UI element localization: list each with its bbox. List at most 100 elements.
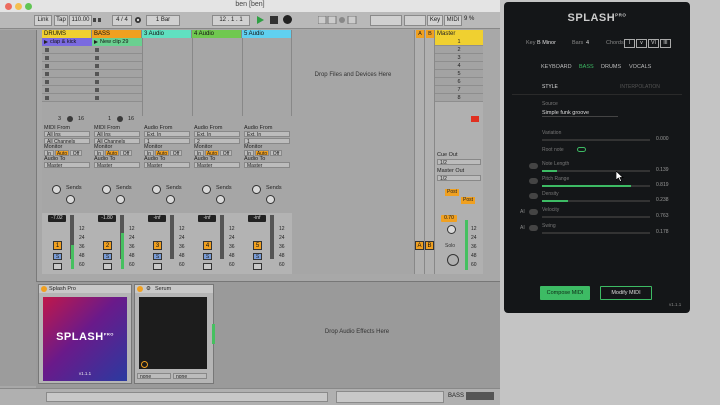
clip-slot[interactable] <box>42 46 92 54</box>
audio-from-dropdown[interactable]: Ext. In <box>244 131 290 138</box>
clip-slot[interactable] <box>42 62 92 70</box>
note-length-toggle[interactable] <box>529 163 538 169</box>
track-activator-button[interactable]: 2 <box>103 241 112 250</box>
clip-slot[interactable] <box>42 54 92 62</box>
audio-to-dropdown[interactable]: Master <box>44 162 90 169</box>
send-b-knob[interactable] <box>116 195 125 204</box>
device-power-icon[interactable] <box>41 286 47 292</box>
key-dropdown[interactable]: B Minor <box>537 40 556 46</box>
serum-plugin-display[interactable] <box>139 297 207 369</box>
arm-button[interactable] <box>253 263 262 270</box>
metronome-toggle-icon[interactable] <box>134 16 142 24</box>
send-b-knob[interactable] <box>266 195 275 204</box>
track-header-3-audio[interactable]: 3 Audio <box>142 30 192 38</box>
clip-slot[interactable] <box>42 70 92 78</box>
subtab-interpolation[interactable]: INTERPOLATION <box>620 84 660 90</box>
monitor-off-button[interactable]: Off <box>270 150 282 157</box>
chord-button[interactable]: VI <box>648 39 659 48</box>
chord-button[interactable]: I <box>624 39 635 48</box>
scene-launch[interactable]: 7 <box>435 86 483 94</box>
clip-new-clip-29[interactable]: New clip 29 <box>92 38 142 46</box>
volume-display[interactable]: -inf <box>248 215 266 222</box>
send-a-knob[interactable] <box>202 185 211 194</box>
solo-button[interactable]: S <box>203 253 212 260</box>
monitor-off-button[interactable]: Off <box>70 150 82 157</box>
root-note-toggle[interactable] <box>577 147 586 152</box>
midi-from-dropdown[interactable]: All Ins <box>44 131 90 138</box>
volume-display[interactable]: -1.80 <box>98 215 116 222</box>
chord-button[interactable]: III <box>660 39 671 48</box>
return-b-button[interactable]: B <box>425 241 434 250</box>
send-a-knob[interactable] <box>52 185 61 194</box>
master-pan-knob[interactable] <box>447 225 456 234</box>
clip-slot[interactable] <box>92 46 142 54</box>
quantization-dropdown[interactable]: 1 Bar <box>146 15 180 26</box>
bars-dropdown[interactable]: 4 <box>586 40 589 46</box>
monitor-off-button[interactable]: Off <box>220 150 232 157</box>
clip-slots-3-audio[interactable] <box>142 38 192 116</box>
midi-from-dropdown[interactable]: All Ins <box>94 131 140 138</box>
modify-midi-button[interactable]: Modify MIDI <box>600 286 652 300</box>
track-activator-button[interactable]: 1 <box>53 241 62 250</box>
solo-button[interactable]: S <box>153 253 162 260</box>
headphone-icon[interactable] <box>447 254 459 266</box>
drop-zone[interactable]: Drop Files and Devices Here <box>292 30 414 122</box>
master-out-dropdown[interactable]: 1/2 <box>437 175 481 182</box>
volume-display[interactable]: -inf <box>198 215 216 222</box>
stop-icon[interactable] <box>270 16 278 24</box>
tempo-field[interactable]: 110.00 <box>69 15 92 26</box>
master-volume-display[interactable]: 0.70 <box>441 215 457 222</box>
track-activator-button[interactable]: 5 <box>253 241 262 250</box>
tab-vocals[interactable]: VOCALS <box>629 64 651 70</box>
return-a-header[interactable]: A <box>416 30 424 38</box>
loop-region-field[interactable] <box>370 15 402 26</box>
tab-keyboard[interactable]: KEYBOARD <box>541 64 572 70</box>
density-slider[interactable] <box>542 200 650 202</box>
clip-slot[interactable] <box>92 70 142 78</box>
device-power-icon[interactable] <box>137 286 143 292</box>
solo-button[interactable]: S <box>53 253 62 260</box>
play-icon[interactable] <box>256 15 265 25</box>
cue-out-dropdown[interactable]: 1/2 <box>437 159 481 166</box>
compose-midi-button[interactable]: Compose MIDI <box>540 286 590 300</box>
audio-from-dropdown[interactable]: Ext. In <box>194 131 240 138</box>
track-header-5-audio[interactable]: 5 Audio <box>242 30 292 38</box>
clip-slot[interactable] <box>92 94 142 102</box>
send-b-knob[interactable] <box>166 195 175 204</box>
send-b-knob[interactable] <box>66 195 75 204</box>
clip-slots-4-audio[interactable] <box>192 38 242 116</box>
scene-launch[interactable]: 4 <box>435 62 483 70</box>
subtab-style[interactable]: STYLE <box>542 84 558 90</box>
track-header-4-audio[interactable]: 4 Audio <box>192 30 242 38</box>
return-b-header[interactable]: B <box>426 30 434 38</box>
arm-button[interactable] <box>153 263 162 270</box>
scene-launch[interactable]: 3 <box>435 54 483 62</box>
swing-toggle[interactable] <box>529 225 538 231</box>
clip-slot[interactable] <box>92 86 142 94</box>
volume-fader[interactable] <box>170 215 174 259</box>
return-a-button[interactable]: A <box>415 241 424 250</box>
audio-to-dropdown[interactable]: Master <box>244 162 290 169</box>
browser-collapsed[interactable] <box>0 30 37 386</box>
master-header[interactable]: Master <box>435 30 483 38</box>
chord-button[interactable]: v <box>636 39 647 48</box>
volume-display[interactable]: -inf <box>148 215 166 222</box>
volume-fader[interactable] <box>220 215 224 259</box>
scene-launch[interactable]: 6 <box>435 78 483 86</box>
clip-slot[interactable] <box>42 78 92 86</box>
audio-from-dropdown[interactable]: Ext. In <box>144 131 190 138</box>
wrench-icon[interactable]: ⚙ <box>146 286 151 292</box>
monitor-off-button[interactable]: Off <box>120 150 132 157</box>
solo-button[interactable]: S <box>253 253 262 260</box>
post-button-b[interactable]: Post <box>461 197 475 204</box>
track-activator-button[interactable]: 3 <box>153 241 162 250</box>
clip-play-icon[interactable] <box>44 40 48 44</box>
status-scrollbar[interactable] <box>46 392 328 402</box>
link-button[interactable]: Link <box>34 15 52 26</box>
arrangement-overview[interactable] <box>336 391 444 403</box>
scene-launch[interactable]: 2 <box>435 46 483 54</box>
velocity-slider[interactable] <box>542 216 650 218</box>
view-switch[interactable] <box>466 392 494 400</box>
track-header-bass[interactable]: BASS <box>92 30 142 38</box>
pitch-range-slider[interactable] <box>542 185 650 187</box>
